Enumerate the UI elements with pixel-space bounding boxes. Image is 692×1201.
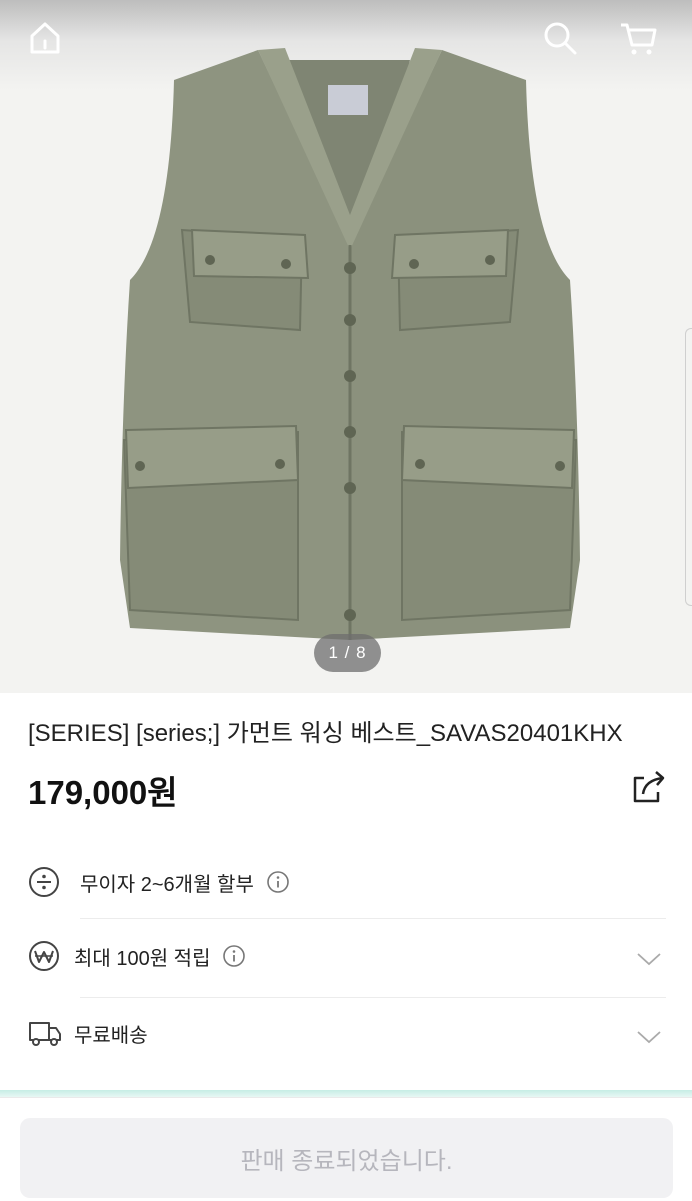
side-scroll-handle[interactable] <box>685 328 692 606</box>
info-icon <box>267 871 289 893</box>
points-label: 최대 100원 적립 <box>74 947 211 970</box>
product-image-gallery[interactable]: 1 / 8 <box>0 0 692 693</box>
search-icon <box>544 22 577 55</box>
soldout-button[interactable]: 판매 종료되었습니다. <box>20 1118 673 1198</box>
image-counter: 1 / 8 <box>314 634 381 672</box>
cart-button[interactable] <box>614 14 662 62</box>
share-icon[interactable] <box>630 768 668 806</box>
product-price: 179,000원 <box>28 774 178 811</box>
divider <box>80 918 666 919</box>
installment-info-button[interactable] <box>266 870 290 894</box>
shipping-row[interactable]: 무료배송 <box>28 1018 148 1048</box>
won-coin-icon <box>29 941 59 971</box>
product-image[interactable] <box>110 40 590 650</box>
product-title: [SERIES] [series;] 가먼트 워싱 베스트_SAVAS20401… <box>28 720 623 747</box>
installment-divide-icon <box>29 867 59 897</box>
installment-label: 무이자 2~6개월 할부 <box>80 873 254 896</box>
truck-icon <box>29 1022 61 1046</box>
shipping-label: 무료배송 <box>74 1024 148 1047</box>
chevron-down-icon[interactable] <box>636 951 662 967</box>
installment-row: 무이자 2~6개월 할부 <box>28 866 290 898</box>
info-icon <box>223 945 246 967</box>
home-icon <box>30 22 60 54</box>
points-row[interactable]: 최대 100원 적립 <box>28 940 246 972</box>
points-info-button[interactable] <box>222 944 246 968</box>
cart-icon <box>621 23 657 55</box>
divider <box>80 997 666 998</box>
home-button[interactable] <box>21 14 69 62</box>
search-button[interactable] <box>536 14 584 62</box>
chevron-down-icon[interactable] <box>636 1029 662 1045</box>
